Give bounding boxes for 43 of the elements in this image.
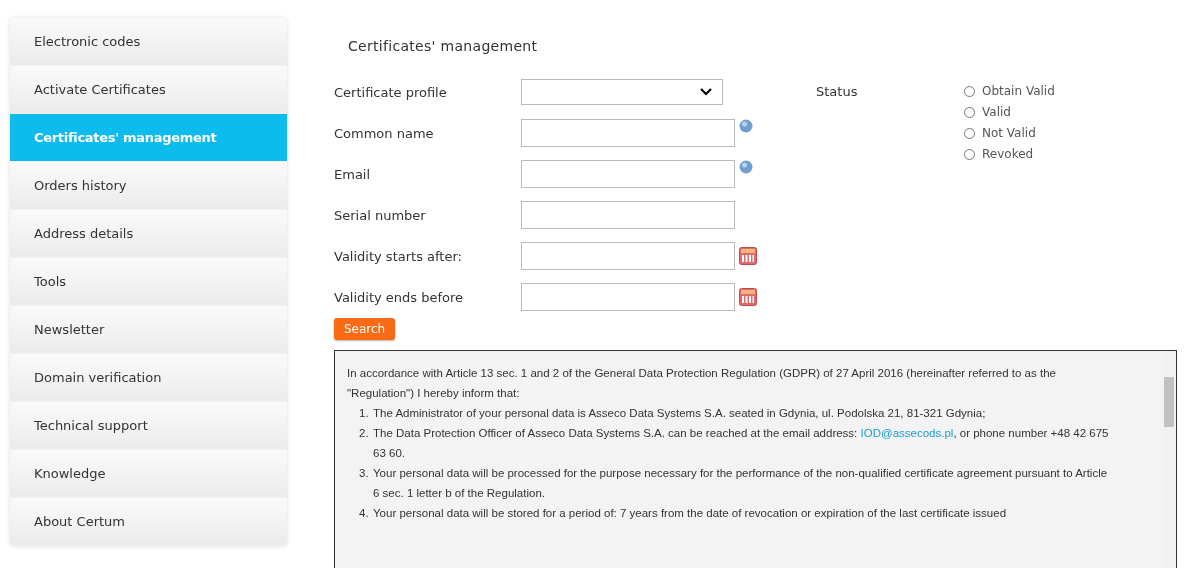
notice-item-text: Your personal data will be stored for a period of: 7 years from the date of revocation or expiration of the last certificate issued [373,506,1007,521]
input-field[interactable] [521,242,735,270]
sidebar-item[interactable]: Technical support [10,402,287,450]
sidebar-item[interactable]: Domain verification [10,354,287,402]
radio-label: Obtain Valid [982,84,1055,98]
status-label: Status [816,84,859,101]
sidebar-item[interactable]: Address details [10,210,287,258]
calendar-icon[interactable] [739,288,757,306]
sidebar-item[interactable]: About Certum [10,498,287,546]
sidebar-item[interactable]: Electronic codes [10,18,287,66]
field-label: Validity starts after: [334,248,463,264]
sidebar-item[interactable]: Activate Certificates [10,66,287,114]
page-title: Certificates' management [348,38,539,54]
radio-label: Valid [982,105,1011,119]
radio-label: Not Valid [982,126,1036,140]
list-number: 2. [359,426,370,441]
sidebar-item[interactable]: Knowledge [10,450,287,498]
calendar-icon[interactable] [739,247,757,265]
list-number: 1. [359,406,370,421]
chevron-down-icon [700,88,712,96]
notice-item-text: The Administrator of your personal data is Asseco Data Systems S.A. seated in Gdynia, ul. Podolska 21, 81-321 Gdynia; [373,406,986,421]
field-label: Validity ends before [334,289,465,305]
notice-item-text: The Data Protection Officer of Asseco Data Systems S.A. can be reached at the email address: IOD@assecods.pl, or phone number +48 42 675 63 60. [373,426,1110,461]
list-number: 3. [359,466,370,481]
profile-dropdown[interactable] [521,79,723,105]
help-icon[interactable] [739,119,753,133]
field-label: Common name [334,125,435,141]
input-field[interactable] [521,160,735,188]
scrollbar-thumb[interactable] [1164,377,1174,427]
notice-item-text: Your personal data will be processed for the purpose necessary for the performance of the non-qualified certificate agreement pursuant to Article 6 sec. 1 letter b of the Regulation. [373,466,1109,501]
input-field[interactable] [521,119,735,147]
radio-label: Revoked [982,147,1034,161]
notice-paragraph: In accordance with Article 13 sec. 1 and 2 of the General Data Protection Regulation (GDPR) of 27 April 2016 (hereinafter referred to as the "Regulation") I hereby inform that: [347,366,1057,401]
field-label: Serial number [334,207,427,223]
list-number: 4. [359,506,370,521]
sidebar-item[interactable]: Orders history [10,162,287,210]
sidebar-item[interactable]: Tools [10,258,287,306]
input-field[interactable] [521,283,735,311]
help-icon[interactable] [739,160,753,174]
sidebar-item[interactable]: Newsletter [10,306,287,354]
field-label: Certificate profile [334,84,448,100]
field-label: Email [334,166,372,182]
input-field[interactable] [521,201,735,229]
